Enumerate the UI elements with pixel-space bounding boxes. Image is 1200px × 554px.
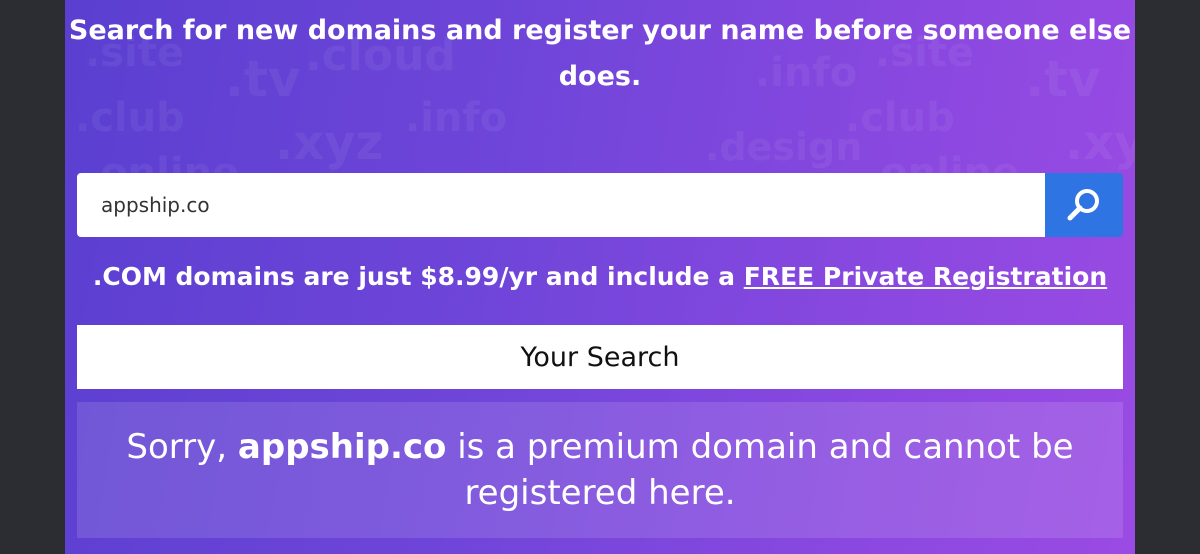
hero-headline: Search for new domains and register your… bbox=[68, 15, 1132, 92]
bg-tld: .xyz bbox=[1065, 115, 1135, 171]
promo-text: .COM domains are just $8.99/yr and inclu… bbox=[92, 262, 744, 291]
search-icon bbox=[1067, 189, 1099, 221]
domain-search-input[interactable]: appship.co bbox=[77, 173, 1045, 237]
search-button[interactable] bbox=[1045, 173, 1123, 237]
your-search-header: Your Search bbox=[77, 325, 1123, 389]
result-domain: appship.co bbox=[237, 427, 447, 467]
bg-tld: .design bbox=[705, 125, 863, 169]
free-private-registration-link[interactable]: FREE Private Registration bbox=[744, 262, 1107, 291]
pricing-promo: .COM domains are just $8.99/yr and inclu… bbox=[65, 262, 1135, 291]
result-suffix: is a premium domain and cannot be regist… bbox=[446, 427, 1074, 513]
domain-search-panel: .site .tv .cloud .info .club .xyz .desig… bbox=[65, 0, 1135, 554]
bg-tld: .xyz bbox=[275, 115, 384, 171]
result-prefix: Sorry, bbox=[126, 427, 238, 467]
bg-tld: .club bbox=[845, 95, 955, 141]
bg-tld: .info bbox=[405, 95, 508, 141]
bg-tld: .club bbox=[75, 95, 185, 141]
search-result-message: Sorry, appship.co is a premium domain an… bbox=[77, 402, 1123, 538]
search-input-value: appship.co bbox=[101, 193, 210, 217]
